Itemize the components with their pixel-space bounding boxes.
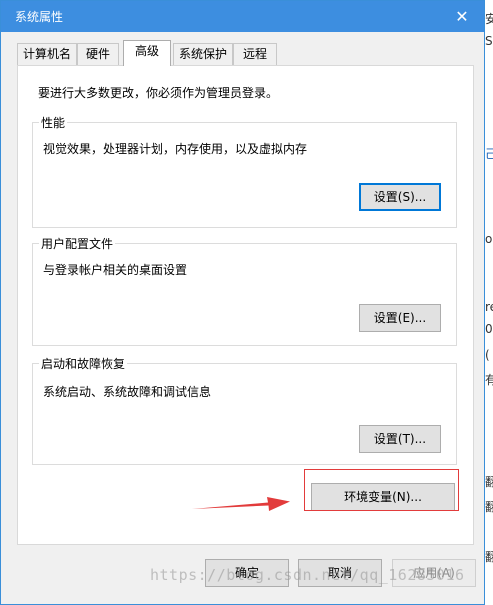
startup-recovery-description: 系统启动、系统故障和调试信息	[43, 385, 212, 399]
user-profiles-settings-button[interactable]: 设置(E)...	[359, 304, 441, 332]
tab-system-protection[interactable]: 系统保护	[173, 43, 233, 65]
tab-hardware[interactable]: 硬件	[77, 43, 119, 65]
strip-text: (	[485, 348, 490, 362]
strip-text: 0	[485, 322, 493, 336]
strip-text: 翻	[485, 500, 493, 514]
strip-text: 翻	[485, 475, 493, 489]
tab-remote[interactable]: 远程	[233, 43, 277, 65]
strip-text: o	[485, 232, 493, 246]
strip-text: S	[485, 34, 493, 48]
user-profiles-settings-label: 设置(E)...	[373, 311, 427, 325]
strip-text: 翻	[485, 550, 493, 564]
performance-settings-button[interactable]: 设置(S)...	[359, 183, 441, 211]
performance-group: 性能 视觉效果，处理器计划，内存使用，以及虚拟内存	[32, 114, 457, 228]
strip-text: re	[485, 300, 493, 314]
tab-advanced[interactable]: 高级	[123, 40, 171, 66]
performance-title: 性能	[39, 114, 68, 131]
background-window-strip: 安 S 己 o re 0 ( 有 翻 翻 翻	[485, 0, 493, 605]
annotation-highlight-box	[304, 469, 459, 511]
strip-text: 己	[485, 147, 493, 161]
close-icon[interactable]: ✕	[440, 1, 484, 32]
startup-recovery-settings-button[interactable]: 设置(T)...	[359, 425, 441, 453]
watermark-text: https://blog.csdn.net/qq_16285016	[150, 566, 465, 584]
user-profiles-description: 与登录帐户相关的桌面设置	[43, 263, 188, 277]
strip-text: 安	[485, 12, 493, 26]
performance-settings-label: 设置(S)...	[373, 190, 427, 204]
strip-text: 有	[485, 373, 493, 387]
annotation-arrow-icon	[192, 497, 290, 511]
tab-computer-name[interactable]: 计算机名	[17, 43, 77, 65]
window-title: 系统属性	[15, 10, 64, 24]
admin-notice: 要进行大多数更改，你必须作为管理员登录。	[38, 86, 279, 100]
startup-recovery-title: 启动和故障恢复	[39, 355, 128, 372]
title-bar[interactable]: 系统属性 ✕	[1, 1, 484, 32]
user-profiles-title: 用户配置文件	[39, 235, 116, 252]
startup-recovery-settings-label: 设置(T)...	[373, 432, 427, 446]
performance-description: 视觉效果，处理器计划，内存使用，以及虚拟内存	[43, 142, 308, 156]
